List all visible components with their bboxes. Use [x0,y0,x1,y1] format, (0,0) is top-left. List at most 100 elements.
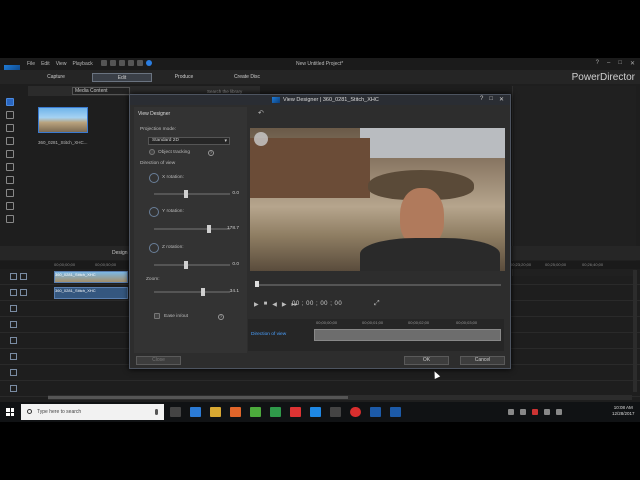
timecode[interactable]: 00 ; 00 ; 00 ; 00 [292,301,342,307]
tab-capture[interactable]: Capture [40,73,72,82]
y-rotation-value[interactable]: 178.7 [227,226,239,231]
timeline-horizontal-scrollbar[interactable] [48,395,632,400]
audio-mixing-icon[interactable] [6,176,14,184]
preview-seek-bar[interactable] [255,281,501,287]
title-track-icon[interactable] [10,353,17,360]
tab-create-disc[interactable]: Create Disc [226,73,268,82]
y-rotation-slider[interactable] [154,225,230,233]
app-icon[interactable] [290,407,301,417]
direction-keyframe-track[interactable] [314,329,501,341]
x-rotation-slider[interactable] [154,190,230,198]
undo-icon[interactable]: ↶ [258,109,264,117]
file-explorer-icon[interactable] [210,407,221,417]
fx-room-icon[interactable] [6,111,14,119]
object-tracking-checkbox[interactable] [149,149,155,155]
firefox-icon[interactable] [230,407,241,417]
dialog-help-button[interactable]: ? [480,96,483,103]
stop-icon[interactable]: ■ [264,301,268,308]
open-icon[interactable] [110,60,116,66]
close-dialog-button[interactable]: Close [136,356,181,365]
z-rotation-value[interactable]: 0.0 [232,262,239,267]
seek-knob[interactable] [255,281,259,287]
help-icon[interactable]: ? [218,314,224,320]
app-icon[interactable] [250,407,261,417]
subtitle-icon[interactable] [6,215,14,223]
network-icon[interactable] [544,409,550,415]
upgrade-icon[interactable] [146,60,152,66]
projection-select[interactable]: Standard 2D [148,137,230,145]
track-toggle-icon[interactable] [10,337,17,344]
task-view-icon[interactable] [170,407,181,417]
slider-knob[interactable] [206,225,211,233]
media-filter-select[interactable]: Media Content [72,87,130,95]
help-icon[interactable]: ? [208,150,214,156]
volume-icon[interactable] [556,409,562,415]
previous-frame-icon[interactable]: ◀ [272,301,277,308]
zoom-value[interactable]: 34.1 [230,289,239,294]
media-room-icon[interactable] [6,98,14,106]
ok-button[interactable]: OK [404,356,449,365]
dialog-maximize-button[interactable]: □ [489,96,493,103]
zoom-slider[interactable] [154,288,230,296]
fullscreen-icon[interactable]: ⤢ [374,300,380,308]
media-thumbnail[interactable] [38,107,88,133]
keyframe-ruler[interactable]: 00;00;00;00 00;00;01;00 00;00;02;00 00;0… [314,320,502,326]
security-icon[interactable] [532,409,538,415]
internet-explorer-icon[interactable] [310,407,321,417]
ease-checkbox[interactable] [154,313,160,319]
chevron-up-icon[interactable] [520,409,526,415]
menu-playback[interactable]: Playback [72,61,92,67]
tab-produce[interactable]: Produce [168,73,200,82]
title-room-icon[interactable] [6,150,14,158]
track-toggle-icon[interactable] [10,289,17,296]
maximize-button[interactable]: □ [618,60,622,67]
lock-icon[interactable] [20,273,27,280]
people-icon[interactable] [508,409,514,415]
fx-track-icon[interactable] [10,305,17,312]
view-angle-icon[interactable] [254,132,268,146]
taskbar-search-input[interactable]: Type here to search [21,404,164,420]
lock-icon[interactable] [20,289,27,296]
powerdirector-taskbar-icon[interactable] [390,407,401,417]
slider-knob[interactable] [200,288,205,296]
video-preview[interactable] [250,128,505,271]
transition-room-icon[interactable] [6,163,14,171]
app-icon[interactable] [330,407,341,417]
voice-track-icon[interactable] [10,369,17,376]
scroll-thumb[interactable] [48,396,348,399]
taskbar-clock[interactable]: 10:08 AM 12/28/2017 [612,405,635,417]
microphone-icon[interactable] [155,409,158,415]
new-icon[interactable] [101,60,107,66]
x-rotation-value[interactable]: 0.0 [232,191,239,196]
menu-edit[interactable]: Edit [41,61,50,67]
app-icon[interactable] [270,407,281,417]
pip-room-icon[interactable] [6,124,14,132]
menu-view[interactable]: View [56,61,67,67]
audio-clip[interactable]: 360_0281_Stitch_XHC [54,287,128,299]
dialog-close-button[interactable]: ✕ [499,96,504,103]
help-button[interactable]: ? [596,60,599,67]
next-frame-icon[interactable]: ▶ [282,301,287,308]
particle-room-icon[interactable] [6,137,14,145]
timeline-vertical-scrollbar[interactable] [633,270,637,392]
video-clip[interactable]: 360_0281_Stitch_XHC [54,271,128,283]
slider-knob[interactable] [183,190,188,198]
direction-track-label[interactable]: Direction of view [251,332,286,337]
track-toggle-icon[interactable] [10,273,17,280]
tab-edit[interactable]: Edit [92,73,152,82]
designer-button[interactable]: Design [112,250,128,256]
chapter-icon[interactable] [6,202,14,210]
close-button[interactable]: ✕ [630,60,635,67]
play-icon[interactable]: ▶ [254,301,259,308]
minimize-button[interactable]: – [607,60,610,67]
music-track-icon[interactable] [10,385,17,392]
undo-icon[interactable] [128,60,134,66]
windows-start-icon[interactable] [6,408,14,416]
powerdirector-taskbar-icon[interactable] [370,407,381,417]
opera-icon[interactable] [350,407,361,417]
slider-knob[interactable] [183,261,188,269]
cancel-button[interactable]: Cancel [460,356,505,365]
track-toggle-icon[interactable] [10,321,17,328]
edge-icon[interactable] [190,407,201,417]
save-icon[interactable] [119,60,125,66]
